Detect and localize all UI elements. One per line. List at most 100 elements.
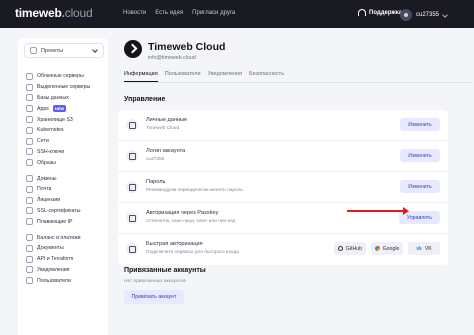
sidebar-item-label: Kubernetes [37,127,64,134]
nav-news[interactable]: Новости [123,10,146,16]
sidebar-item-label: Пользователи [37,277,71,284]
row-passkey: Авторизация через Passkey Отпечаток, ска… [118,203,448,234]
support-label: Поддержка [369,9,403,16]
tab-notifications[interactable]: Уведомления [208,71,242,82]
row-subtitle: Рекомендуем периодически менять пароль [146,188,243,193]
edit-personal-data-button[interactable]: Изменить [400,118,440,131]
image-icon [26,159,33,167]
sidebar-nav: Облачные серверы Выделенные серверы Базы д… [26,71,90,286]
sidebar-item-label: Документы [37,245,64,252]
row-title: Быстрая авторизация [146,241,203,247]
google-button[interactable]: Google [371,242,403,255]
license-icon [26,196,33,204]
sidebar: Проекты Облачные серверы Выделенные серве… [18,38,108,335]
sidebar-item[interactable]: Лицензии [26,195,90,206]
dedicated-server-icon [26,83,33,91]
logo-cloud-text: cloud [64,6,93,20]
company-email: info@timeweb.cloud [148,55,196,61]
network-icon [26,137,33,145]
google-label: Google [382,245,400,252]
tab-security[interactable]: Безопасность [249,71,284,82]
logo-text: timeweb [15,6,62,20]
sidebar-item[interactable]: Документы [26,243,90,254]
social-buttons: GitHub Google vk VK [334,242,440,255]
user-menu[interactable]: cu27355 [400,9,448,21]
row-login: Логин аккаунта cu27355 Изменить [118,141,448,172]
row-title: Пароль [146,179,166,185]
sidebar-item-label: API и Terraform [37,256,74,263]
mail-icon [26,185,33,193]
edit-password-button[interactable]: Изменить [400,180,440,193]
sidebar-item[interactable]: Выделенные серверы [26,82,90,93]
sidebar-item[interactable]: SSH-ключи [26,147,90,158]
certificate-icon [26,207,33,215]
sidebar-item[interactable]: Kubernetes [26,125,90,136]
sidebar-item-label: Базы данных [37,94,69,101]
passkey-icon [126,212,138,224]
row-subtitle: cu27355 [146,157,165,162]
sidebar-item[interactable]: Apps NEW [26,103,90,114]
sidebar-item[interactable]: API и Terraform [26,254,90,265]
sidebar-item[interactable]: SSL-сертификаты [26,206,90,217]
code-icon [26,255,33,263]
edit-login-button[interactable]: Изменить [400,149,440,162]
cloud-server-icon [26,72,33,80]
management-card: Личные данные Timeweb Cloud Изменить Лог… [118,110,448,265]
nav-invite[interactable]: Пригласи друга [192,10,235,16]
row-title: Авторизация через Passkey [146,210,219,216]
bell-icon [26,266,33,274]
linked-subtitle: Нет привязанных аккаунтов [124,279,186,284]
github-icon [337,246,343,251]
sidebar-item-label: Лицензии [37,197,61,204]
sidebar-item[interactable]: Облачные серверы [26,71,90,82]
sidebar-item[interactable]: Хранилище S3 [26,114,90,125]
support-button[interactable]: Поддержка [358,9,402,16]
tab-divider [124,82,472,83]
google-icon [374,246,380,251]
apps-icon [26,105,33,113]
sidebar-item-label: Образы [37,159,56,166]
wallet-icon [26,234,33,242]
sidebar-item[interactable]: Образы [26,157,90,168]
link-account-button[interactable]: Привязать аккаунт [124,290,184,304]
user-icon [126,119,138,131]
sidebar-item-label: Сети [37,138,49,145]
sidebar-item-label: Плавающие IP [37,218,73,225]
row-subtitle: Подключите сервисы для быстрого входа [146,250,239,255]
sidebar-item[interactable]: Плавающие IP [26,216,90,227]
sidebar-item[interactable]: Домены [26,173,90,184]
chevron-down-icon [442,12,448,18]
folder-icon [30,46,37,54]
sidebar-item[interactable]: Сети [26,136,90,147]
sidebar-item-label: Почта [37,186,52,193]
lock-icon [126,181,138,193]
project-label: Проекты [41,47,64,54]
linked-title: Привязанные аккаунты [124,267,206,274]
sidebar-item[interactable]: Баланс и платежи [26,232,90,243]
storage-icon [26,116,33,124]
row-title: Логин аккаунта [146,148,186,154]
logo[interactable]: timeweb.cloud [15,6,93,20]
annotation-arrow [347,207,409,215]
github-label: GitHub [345,245,363,252]
row-title: Личные данные [146,117,188,123]
kubernetes-icon [26,126,33,134]
sidebar-item-label: Баланс и платежи [37,234,81,241]
sidebar-item[interactable]: Уведомления [26,265,90,276]
ip-icon [26,218,33,226]
top-bar: timeweb.cloud Новости Есть идея Пригласи… [0,0,474,28]
github-button[interactable]: GitHub [334,242,366,255]
new-badge: NEW [52,105,67,113]
project-selector[interactable]: Проекты [24,43,104,58]
nav-idea[interactable]: Есть идея [155,10,183,16]
row-password: Пароль Рекомендуем периодически менять п… [118,172,448,203]
sidebar-item-label: SSH-ключи [37,148,65,155]
row-subtitle: Timeweb Cloud [146,126,180,131]
sidebar-item[interactable]: Пользователи [26,275,90,286]
sidebar-item[interactable]: Базы данных [26,93,90,104]
sidebar-item[interactable]: Почта [26,184,90,195]
tab-info[interactable]: Информация [124,71,158,82]
tab-users[interactable]: Пользователи [165,71,201,82]
vk-button[interactable]: vk VK [408,242,440,255]
avatar [400,9,412,21]
